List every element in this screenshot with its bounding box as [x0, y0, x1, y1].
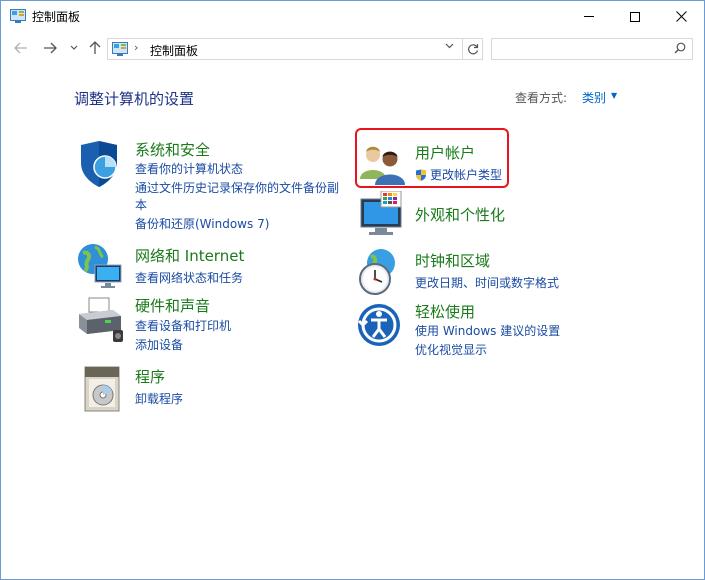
link-optimize-visual-display[interactable]: 优化视觉显示: [415, 341, 487, 358]
link-uninstall-program[interactable]: 卸载程序: [135, 390, 183, 407]
programs-icon[interactable]: [79, 365, 129, 415]
page-title: 调整计算机的设置: [74, 90, 195, 108]
category-title-clock-region[interactable]: 时钟和区域: [415, 250, 490, 271]
address-bar[interactable]: › 控制面板: [107, 38, 463, 60]
title-bar: 控制面板: [1, 1, 704, 32]
link-file-history-backup-cont[interactable]: 本: [135, 196, 147, 213]
minimize-icon: [584, 16, 594, 17]
back-button[interactable]: [12, 39, 30, 57]
category-title-user-accounts[interactable]: 用户帐户: [415, 142, 475, 163]
link-view-computer-status[interactable]: 查看你的计算机状态: [135, 160, 243, 177]
breadcrumb-control-panel[interactable]: 控制面板: [150, 42, 198, 59]
chevron-down-icon[interactable]: ▼: [611, 91, 617, 100]
clock-globe-icon[interactable]: [357, 247, 407, 297]
control-panel-icon: [112, 42, 128, 56]
link-view-network-status[interactable]: 查看网络状态和任务: [135, 269, 243, 286]
recent-locations-button[interactable]: [65, 39, 83, 57]
refresh-button[interactable]: [463, 38, 483, 60]
close-button[interactable]: [658, 1, 704, 32]
view-by-dropdown[interactable]: 类别: [582, 89, 606, 106]
control-panel-icon: [10, 9, 26, 23]
printer-icon[interactable]: [75, 296, 125, 346]
search-input[interactable]: [491, 38, 693, 60]
link-change-account-type-label[interactable]: 更改帐户类型: [430, 168, 502, 182]
link-change-account-type[interactable]: 更改帐户类型: [415, 166, 502, 183]
users-icon[interactable]: [357, 139, 407, 189]
arrow-left-icon: [14, 42, 27, 54]
window-title: 控制面板: [32, 10, 81, 24]
maximize-button[interactable]: [612, 1, 658, 32]
control-panel-window: 控制面板 › 控制面板 调整计算机的设置 查看方式: 类别 ▼ 系统和安全 查看…: [0, 0, 705, 580]
category-title-ease-of-access[interactable]: 轻松使用: [415, 301, 475, 322]
navigation-bar: › 控制面板: [1, 32, 704, 64]
category-title-system-security[interactable]: 系统和安全: [135, 139, 210, 160]
ease-of-access-icon[interactable]: [357, 301, 407, 351]
shield-icon[interactable]: [75, 139, 125, 189]
address-dropdown-button[interactable]: [445, 41, 454, 52]
search-icon[interactable]: [674, 42, 686, 57]
category-title-programs[interactable]: 程序: [135, 366, 165, 387]
chevron-down-icon: [70, 45, 78, 50]
category-title-hardware-sound[interactable]: 硬件和声音: [135, 295, 210, 316]
link-use-recommended-settings[interactable]: 使用 Windows 建议的设置: [415, 322, 560, 339]
link-view-devices-printers[interactable]: 查看设备和打印机: [135, 317, 231, 334]
link-change-date-time-format[interactable]: 更改日期、时间或数字格式: [415, 274, 559, 291]
chevron-down-icon: [445, 43, 454, 49]
uac-shield-icon: [416, 169, 426, 181]
link-add-device[interactable]: 添加设备: [135, 336, 183, 353]
arrow-right-icon: [44, 42, 57, 54]
category-title-network-internet[interactable]: 网络和 Internet: [135, 245, 244, 266]
close-icon: [675, 11, 687, 22]
display-palette-icon[interactable]: [357, 191, 407, 241]
category-title-appearance[interactable]: 外观和个性化: [415, 204, 505, 225]
network-globe-icon[interactable]: [75, 241, 125, 291]
breadcrumb-separator-icon[interactable]: ›: [134, 41, 138, 54]
view-by-label: 查看方式:: [515, 91, 568, 105]
minimize-button[interactable]: [566, 1, 612, 32]
link-file-history-backup[interactable]: 通过文件历史记录保存你的文件备份副: [135, 179, 339, 196]
up-button[interactable]: [86, 39, 104, 57]
maximize-icon: [630, 11, 640, 22]
link-backup-restore[interactable]: 备份和还原(Windows 7): [135, 215, 269, 232]
refresh-icon: [467, 44, 478, 55]
arrow-up-icon: [89, 41, 101, 54]
forward-button[interactable]: [41, 39, 59, 57]
